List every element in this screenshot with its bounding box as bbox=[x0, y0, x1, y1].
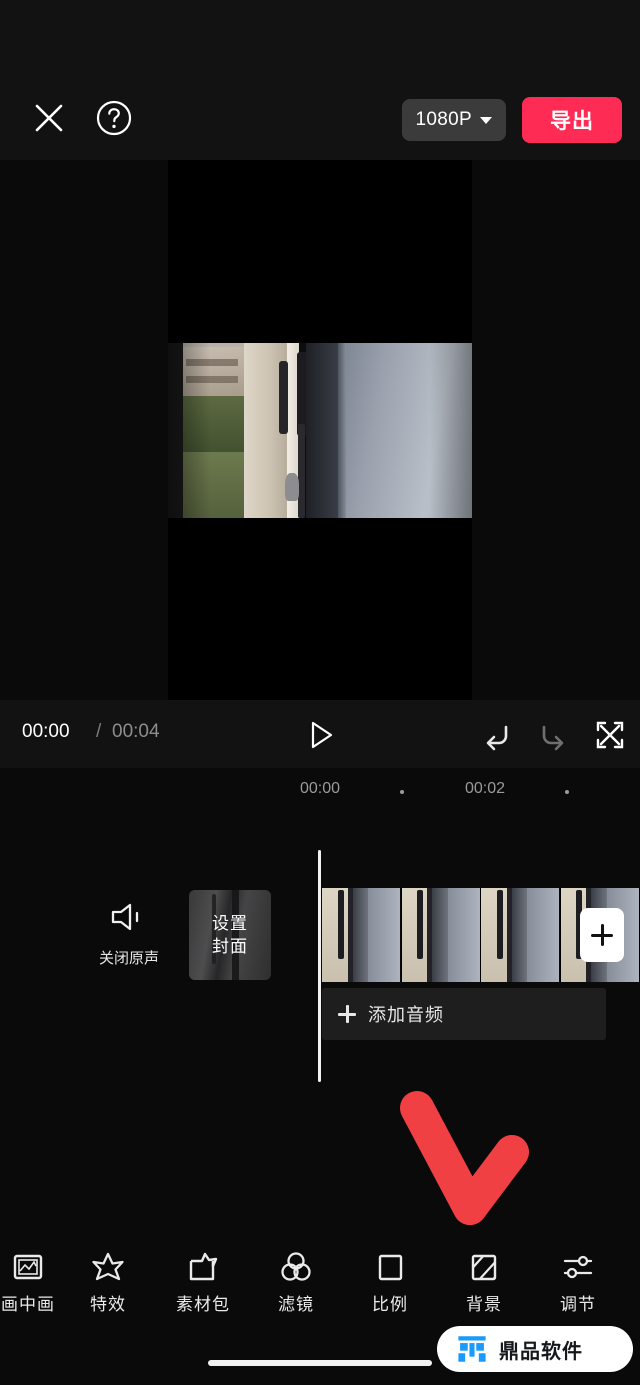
set-cover-label-line2: 封面 bbox=[212, 937, 248, 956]
ruler-tick-dot bbox=[400, 790, 404, 794]
add-audio-track-button[interactable]: 添加音频 bbox=[322, 988, 606, 1040]
close-icon[interactable] bbox=[30, 99, 68, 137]
watermark-label: 鼎品软件 bbox=[499, 1340, 583, 1363]
tool-label: 特效 bbox=[90, 1295, 126, 1314]
current-time: 00:00 bbox=[22, 721, 70, 742]
redo-icon[interactable] bbox=[536, 717, 572, 753]
help-circle-icon[interactable] bbox=[95, 99, 133, 137]
speaker-icon bbox=[98, 900, 160, 939]
tool-label: 滤镜 bbox=[278, 1295, 314, 1314]
export-label: 导出 bbox=[550, 110, 594, 133]
video-clip-thumbnail[interactable] bbox=[401, 888, 481, 982]
home-indicator bbox=[208, 1360, 432, 1366]
tool-material-pack[interactable]: 素材包 bbox=[157, 1244, 249, 1315]
ruler-tick-dot bbox=[565, 790, 569, 794]
video-preview[interactable] bbox=[168, 160, 472, 700]
watermark-badge: 鼎品软件 bbox=[437, 1326, 633, 1372]
play-icon[interactable] bbox=[304, 718, 338, 752]
resolution-selector[interactable]: 1080P bbox=[401, 99, 506, 141]
top-bar: 1080P 导出 bbox=[0, 0, 640, 160]
bottom-toolbar: 画中画 特效 素材包 滤镜 比例 背景 调节 bbox=[0, 1238, 640, 1338]
fullscreen-icon[interactable] bbox=[592, 717, 628, 753]
adjust-sliders-icon bbox=[532, 1244, 624, 1290]
transport-bar: 00:00 / 00:04 bbox=[0, 700, 640, 768]
tool-effects[interactable]: 特效 bbox=[62, 1244, 154, 1315]
undo-icon[interactable] bbox=[478, 717, 514, 753]
tool-background[interactable]: 背景 bbox=[438, 1244, 530, 1315]
playhead[interactable] bbox=[318, 850, 321, 1082]
ruler-label: 00:02 bbox=[464, 780, 506, 797]
chevron-down-icon bbox=[480, 116, 492, 124]
preview-scene-image bbox=[168, 343, 472, 518]
ruler-label: 00:00 bbox=[299, 780, 341, 797]
set-cover-label-line1: 设置 bbox=[212, 914, 248, 933]
video-clip-thumbnail[interactable] bbox=[322, 888, 402, 982]
add-clip-button[interactable] bbox=[580, 908, 624, 962]
set-cover-button[interactable]: 设置 封面 bbox=[189, 890, 271, 980]
plus-icon bbox=[338, 1005, 356, 1023]
background-hatch-icon bbox=[438, 1244, 530, 1290]
mute-original-audio-label: 关闭原声 bbox=[98, 950, 159, 967]
time-separator: / bbox=[96, 721, 102, 742]
add-audio-label: 添加音频 bbox=[368, 1005, 444, 1025]
tool-adjust[interactable]: 调节 bbox=[532, 1244, 624, 1315]
sparkle-icon bbox=[62, 1244, 154, 1290]
ding-pin-logo-icon bbox=[458, 1336, 486, 1362]
tool-filter[interactable]: 滤镜 bbox=[250, 1244, 342, 1315]
editor-screen: 1080P 导出 00:00 / 00:04 00:00 00:02 关闭原声 … bbox=[0, 0, 640, 1385]
timeline-ruler[interactable]: 00:00 00:02 bbox=[0, 768, 640, 814]
tool-label: 素材包 bbox=[176, 1295, 230, 1314]
tool-aspect-ratio[interactable]: 比例 bbox=[344, 1244, 436, 1315]
video-clip-thumbnail[interactable] bbox=[481, 888, 561, 982]
tool-label: 调节 bbox=[560, 1295, 596, 1314]
total-time: 00:04 bbox=[112, 721, 160, 742]
export-button[interactable]: 导出 bbox=[522, 97, 622, 143]
tool-label: 背景 bbox=[466, 1295, 502, 1314]
preview-frame bbox=[168, 343, 472, 518]
mute-original-audio-button[interactable]: 关闭原声 bbox=[98, 900, 160, 968]
sticker-pack-icon bbox=[157, 1244, 249, 1290]
resolution-label: 1080P bbox=[415, 109, 472, 130]
filter-circles-icon bbox=[250, 1244, 342, 1290]
aspect-ratio-icon bbox=[344, 1244, 436, 1290]
tool-label: 比例 bbox=[372, 1295, 408, 1314]
